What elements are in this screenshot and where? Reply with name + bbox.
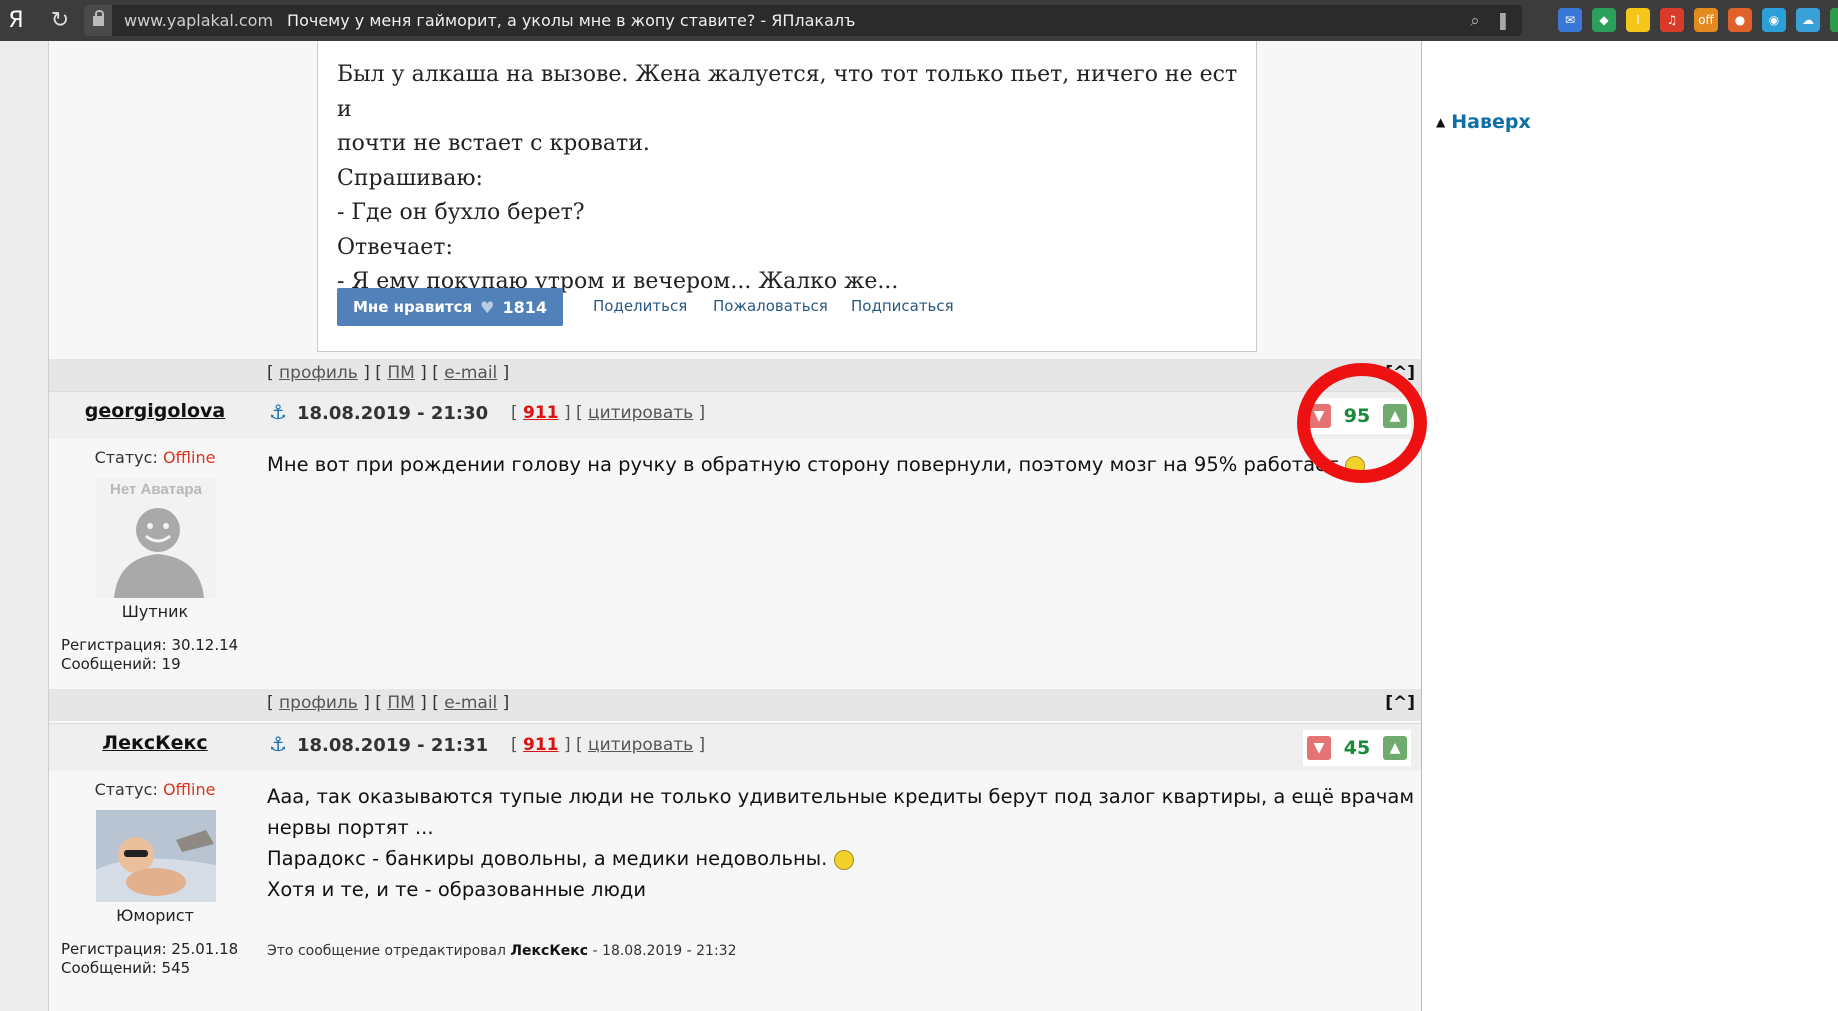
no-avatar-icon: Нет Аватара bbox=[96, 478, 216, 598]
post-text: Мне вот при рождении голову на ручку в о… bbox=[267, 449, 1365, 480]
post-date: 18.08.2019 - 21:30 bbox=[297, 403, 489, 424]
avatar[interactable] bbox=[96, 810, 216, 902]
right-sidebar bbox=[1422, 41, 1838, 1011]
pm-link[interactable]: ПМ bbox=[387, 363, 414, 383]
pin-extension-icon[interactable]: ● bbox=[1728, 8, 1752, 32]
post-footer-bar: [ профиль ] [ ПМ ] [ e-mail ] [^] bbox=[49, 689, 1421, 721]
post-header: georgigolova ⚓ 18.08.2019 - 21:30 [ 911 … bbox=[49, 391, 1421, 439]
download-extension-icon[interactable]: ⬇ bbox=[1830, 8, 1838, 32]
page: Был у алкаша на вызове. Жена жалуется, ч… bbox=[0, 41, 1838, 1011]
edit-note: Это сообщение отредактировал ЛексКекс - … bbox=[267, 943, 737, 959]
vk-report-link[interactable]: Пожаловаться bbox=[713, 297, 828, 315]
user-rank: Юморист bbox=[116, 906, 194, 925]
user-status: Статус: Offline bbox=[94, 780, 216, 799]
post-number-link[interactable]: 911 bbox=[523, 735, 559, 755]
triangle-up-icon: ▲ bbox=[1436, 115, 1446, 129]
yandex-logo-icon[interactable]: Я bbox=[2, 8, 30, 33]
user-info: Регистрация: 30.12.14 Сообщений: 19 bbox=[61, 636, 239, 673]
vk-post-text: Был у алкаша на вызове. Жена жалуется, ч… bbox=[337, 62, 1238, 294]
smiley-icon bbox=[833, 849, 854, 870]
scroll-to-top-link[interactable]: ▲ Наверх bbox=[1436, 111, 1531, 133]
thumbs-down-icon[interactable]: ▼ bbox=[1307, 736, 1331, 760]
vk-embed: Был у алкаша на вызове. Жена жалуется, ч… bbox=[317, 41, 1257, 352]
rating-value: 45 bbox=[1343, 737, 1371, 759]
anchor-icon[interactable]: ⚓ bbox=[269, 732, 287, 756]
vk-like-button[interactable]: Мне нравится ♥ 1814 bbox=[337, 288, 563, 326]
post-header: ЛексКекс ⚓ 18.08.2019 - 21:31 [ 911 ] [ … bbox=[49, 723, 1421, 771]
user-rank: Шутник bbox=[121, 602, 189, 621]
profile-link[interactable]: профиль bbox=[279, 693, 358, 713]
bug-extension-icon[interactable]: ◉ bbox=[1762, 8, 1786, 32]
anchor-icon[interactable]: ⚓ bbox=[269, 400, 287, 424]
email-link[interactable]: e-mail bbox=[444, 693, 497, 713]
email-link[interactable]: e-mail bbox=[444, 363, 497, 383]
vk-subscribe-link[interactable]: Подписаться bbox=[851, 297, 954, 315]
post-number-link[interactable]: 911 bbox=[523, 403, 559, 423]
user-info: Регистрация: 25.01.18 Сообщений: 545 bbox=[61, 940, 239, 977]
forum-thread: Был у алкаша на вызове. Жена жалуется, ч… bbox=[48, 41, 1422, 1011]
heart-icon: ♥ bbox=[480, 297, 495, 317]
quote-link[interactable]: цитировать bbox=[588, 403, 693, 423]
extensions-bar: ✉ ◆ I ♫ off ● ◉ ☁ ⬇ bbox=[1558, 8, 1838, 32]
svg-text:Нет Аватара: Нет Аватара bbox=[110, 481, 203, 498]
reload-icon[interactable]: ↻ bbox=[44, 8, 76, 33]
highlight-circle bbox=[1297, 363, 1427, 483]
avatar[interactable]: Нет Аватара bbox=[96, 478, 216, 598]
cloud-extension-icon[interactable]: ☁ bbox=[1796, 8, 1820, 32]
post-username[interactable]: georgigolova bbox=[49, 400, 261, 422]
quote-link[interactable]: цитировать bbox=[588, 735, 693, 755]
bookmark-icon[interactable]: ❚ bbox=[1496, 11, 1510, 31]
tab-title: Почему у меня гайморит, а уколы мне в жо… bbox=[287, 11, 856, 30]
vk-share-link[interactable]: Поделиться bbox=[593, 297, 687, 315]
baby-avatar-image bbox=[96, 810, 216, 902]
user-sidebar: Статус: Offline Юморист Регистрация: 25.… bbox=[49, 771, 261, 1011]
profile-link[interactable]: профиль bbox=[279, 363, 358, 383]
yellow-extension-icon[interactable]: I bbox=[1626, 8, 1650, 32]
pm-link[interactable]: ПМ bbox=[387, 693, 414, 713]
shield-extension-icon[interactable]: ◆ bbox=[1592, 8, 1616, 32]
post-username[interactable]: ЛексКекс bbox=[49, 732, 261, 754]
post-footer-bar: [ профиль ] [ ПМ ] [ e-mail ] [^] bbox=[49, 359, 1421, 391]
post-date: 18.08.2019 - 21:31 bbox=[297, 735, 489, 756]
music-extension-icon[interactable]: ♫ bbox=[1660, 8, 1684, 32]
zoom-icon[interactable]: ⌕ bbox=[1470, 11, 1480, 31]
post-rating: ▼ 45 ▲ bbox=[1303, 730, 1411, 766]
offer-extension-icon[interactable]: off bbox=[1694, 8, 1718, 32]
lock-icon[interactable] bbox=[84, 5, 112, 36]
browser-toolbar: Я ↻ www.yaplakal.com Почему у меня гаймо… bbox=[0, 0, 1838, 41]
user-sidebar: Статус: Offline Нет Аватара Шутник Регис… bbox=[49, 439, 261, 687]
thumbs-up-icon[interactable]: ▲ bbox=[1382, 736, 1407, 760]
mail-extension-icon[interactable]: ✉ bbox=[1558, 8, 1582, 32]
user-status: Статус: Offline bbox=[94, 448, 216, 467]
scroll-top-link[interactable]: [^] bbox=[1385, 693, 1415, 713]
address-bar[interactable]: www.yaplakal.com Почему у меня гайморит,… bbox=[84, 5, 1522, 36]
url-domain: www.yaplakal.com bbox=[124, 11, 274, 30]
post-text: Ааа, так оказываются тупые люди не тольк… bbox=[267, 785, 1415, 901]
